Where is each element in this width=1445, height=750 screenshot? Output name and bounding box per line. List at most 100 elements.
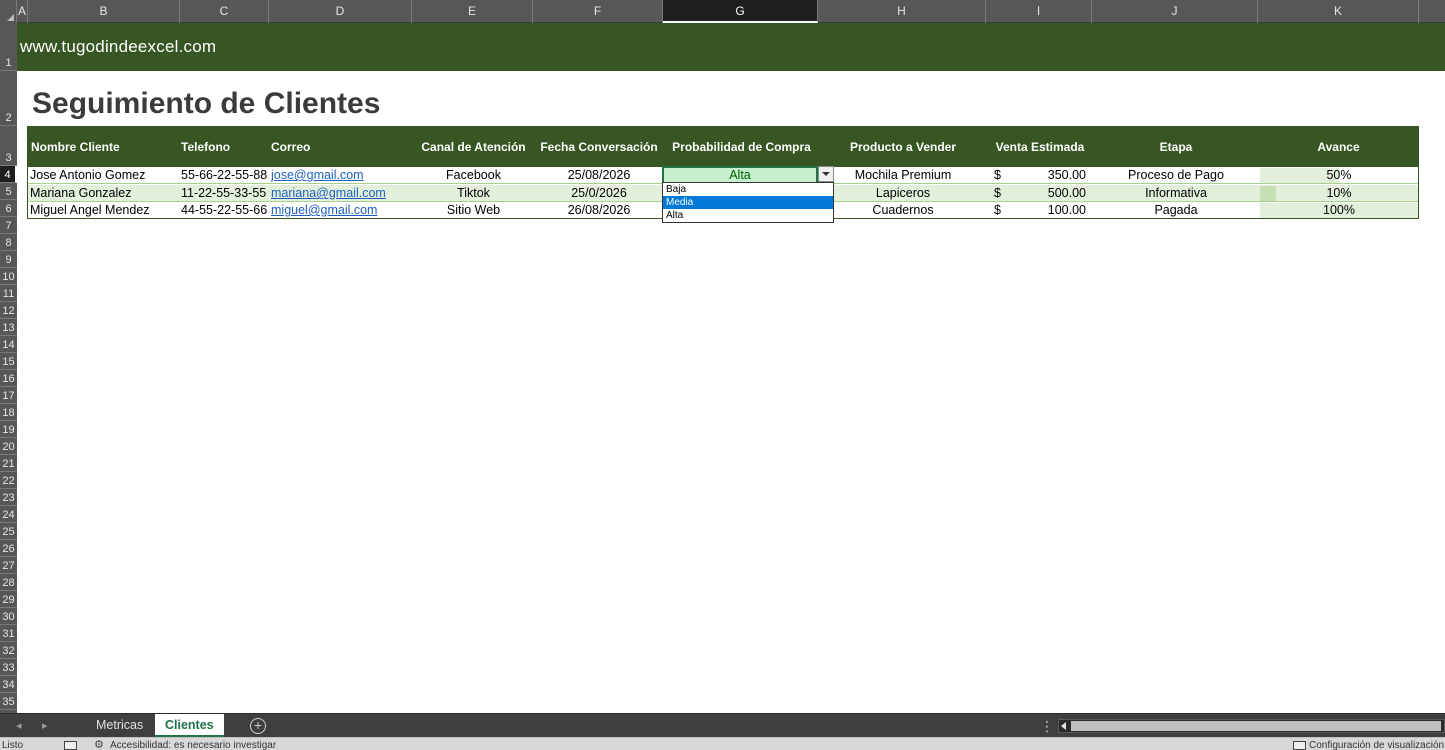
row-header-9[interactable]: 9	[0, 251, 17, 268]
header-canal[interactable]: Canal de Atención	[413, 127, 534, 167]
cell-correo-link[interactable]: jose@gmail.com	[271, 167, 364, 184]
row-header-2[interactable]: 2	[0, 71, 17, 126]
cell-fecha[interactable]: 25/0/2026	[534, 185, 664, 202]
header-venta[interactable]: Venta Estimada	[987, 127, 1093, 167]
column-header-c[interactable]: C	[180, 0, 269, 23]
cell-correo-link[interactable]: mariana@gmail.com	[271, 185, 386, 202]
select-all-button[interactable]	[0, 0, 17, 23]
row-header-29[interactable]: 29	[0, 591, 17, 608]
column-header-a[interactable]: A	[17, 0, 28, 23]
row-header-23[interactable]: 23	[0, 489, 17, 506]
header-fecha[interactable]: Fecha Conversación	[534, 127, 664, 167]
cell-telefono[interactable]: 44-55-22-55-66	[181, 202, 267, 219]
row-header-15[interactable]: 15	[0, 353, 17, 370]
row-header-24[interactable]: 24	[0, 506, 17, 523]
column-header-k[interactable]: K	[1258, 0, 1419, 23]
accessibility-icon[interactable]: ⚙	[94, 740, 104, 750]
tab-metricas[interactable]: Metricas	[86, 714, 153, 737]
row-header-13[interactable]: 13	[0, 319, 17, 336]
dropdown-option-alta[interactable]: Alta	[663, 209, 833, 222]
cell-avance[interactable]: 10%	[1259, 185, 1419, 202]
column-header-h[interactable]: H	[818, 0, 986, 23]
row-header-1[interactable]: 1	[0, 23, 17, 71]
row-header-27[interactable]: 27	[0, 557, 17, 574]
cell-telefono[interactable]: 11-22-55-33-55	[181, 185, 266, 202]
cell-fecha[interactable]: 26/08/2026	[534, 202, 664, 219]
cell-telefono[interactable]: 55-66-22-55-88	[181, 167, 267, 184]
cell-avance[interactable]: 100%	[1259, 202, 1419, 219]
header-producto[interactable]: Producto a Vender	[819, 127, 987, 167]
column-header-i[interactable]: I	[986, 0, 1092, 23]
worksheet-grid[interactable]: www.tugodindeexcel.com Seguimiento de Cl…	[17, 23, 1445, 713]
row-header-20[interactable]: 20	[0, 438, 17, 455]
header-probabilidad[interactable]: Probabilidad de Compra	[664, 127, 819, 167]
more-options-icon[interactable]: ⋮	[1040, 714, 1054, 738]
scroll-tabs-left-icon[interactable]: ◂	[16, 714, 22, 738]
tab-clientes[interactable]: Clientes	[155, 714, 224, 737]
row-header-6[interactable]: 6	[0, 200, 17, 217]
row-header-10[interactable]: 10	[0, 268, 17, 285]
row-header-11[interactable]: 11	[0, 285, 17, 302]
header-etapa[interactable]: Etapa	[1093, 127, 1259, 167]
row-header-16[interactable]: 16	[0, 370, 17, 387]
cell-canal[interactable]: Facebook	[413, 167, 534, 184]
row-header-7[interactable]: 7	[0, 217, 17, 234]
column-header-b[interactable]: B	[28, 0, 180, 23]
cell-canal[interactable]: Tiktok	[413, 185, 534, 202]
cell-correo-link[interactable]: miguel@gmail.com	[271, 202, 377, 219]
scroll-tabs-right-icon[interactable]: ▸	[42, 714, 48, 738]
add-sheet-icon[interactable]: +	[250, 718, 266, 734]
scrollbar-thumb[interactable]	[1071, 721, 1441, 731]
column-header-j[interactable]: J	[1092, 0, 1258, 23]
row-header-31[interactable]: 31	[0, 625, 17, 642]
row-header-8[interactable]: 8	[0, 234, 17, 251]
row-header-26[interactable]: 26	[0, 540, 17, 557]
column-header-g[interactable]: G	[663, 0, 818, 23]
cell-nombre[interactable]: Mariana Gonzalez	[30, 185, 131, 202]
header-correo[interactable]: Correo	[271, 127, 310, 167]
header-avance[interactable]: Avance	[1259, 127, 1418, 167]
row-header-21[interactable]: 21	[0, 455, 17, 472]
header-telefono[interactable]: Telefono	[181, 127, 230, 167]
scroll-left-arrow-icon[interactable]	[1061, 722, 1066, 730]
column-header-d[interactable]: D	[269, 0, 412, 23]
row-header-28[interactable]: 28	[0, 574, 17, 591]
dropdown-arrow-button[interactable]	[818, 166, 834, 182]
display-settings-icon[interactable]	[1293, 741, 1306, 750]
dropdown-option-baja[interactable]: Baja	[663, 183, 833, 196]
row-header-25[interactable]: 25	[0, 523, 17, 540]
row-header-35[interactable]: 35	[0, 693, 17, 710]
cell-venta[interactable]: 500.00	[1008, 185, 1086, 202]
cell-producto[interactable]: Cuadernos	[819, 202, 987, 219]
cell-venta[interactable]: 350.00	[1008, 167, 1086, 184]
row-header-22[interactable]: 22	[0, 472, 17, 489]
cell-producto[interactable]: Lapiceros	[819, 185, 987, 202]
row-header-4[interactable]: 4	[0, 166, 17, 183]
header-nombre-cliente[interactable]: Nombre Cliente	[31, 127, 120, 167]
cell-venta[interactable]: 100.00	[1008, 202, 1086, 219]
cell-etapa[interactable]: Informativa	[1093, 185, 1259, 202]
row-header-18[interactable]: 18	[0, 404, 17, 421]
row-header-3[interactable]: 3	[0, 126, 17, 166]
cell-producto[interactable]: Mochila Premium	[819, 167, 987, 184]
accessibility-status[interactable]: Accesibilidad: es necesario investigar	[110, 740, 276, 750]
row-header-14[interactable]: 14	[0, 336, 17, 353]
horizontal-scrollbar[interactable]	[1058, 719, 1445, 733]
column-header-e[interactable]: E	[412, 0, 533, 23]
cell-etapa[interactable]: Pagada	[1093, 202, 1259, 219]
row-header-32[interactable]: 32	[0, 642, 17, 659]
cell-nombre[interactable]: Miguel Angel Mendez	[30, 202, 150, 219]
cell-avance[interactable]: 50%	[1259, 167, 1419, 184]
cell-fecha[interactable]: 25/08/2026	[534, 167, 664, 184]
dropdown-option-media[interactable]: Media	[663, 196, 833, 209]
row-header-17[interactable]: 17	[0, 387, 17, 404]
column-header-f[interactable]: F	[533, 0, 663, 23]
row-header-19[interactable]: 19	[0, 421, 17, 438]
row-header-5[interactable]: 5	[0, 183, 17, 200]
row-header-12[interactable]: 12	[0, 302, 17, 319]
row-header-30[interactable]: 30	[0, 608, 17, 625]
display-settings-label[interactable]: Configuración de visualización	[1309, 740, 1444, 750]
row-header-34[interactable]: 34	[0, 676, 17, 693]
cell-canal[interactable]: Sitio Web	[413, 202, 534, 219]
cell-nombre[interactable]: Jose Antonio Gomez	[30, 167, 145, 184]
